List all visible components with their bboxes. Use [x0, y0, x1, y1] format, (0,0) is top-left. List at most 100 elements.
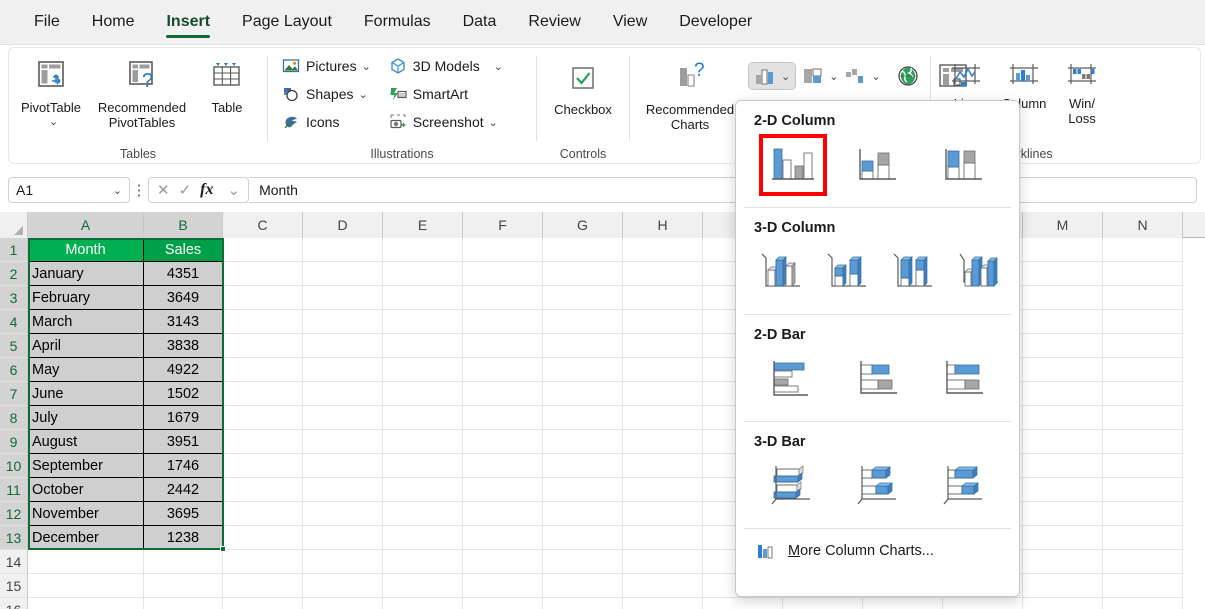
grid-cell[interactable] [623, 454, 703, 478]
smartart-button[interactable]: SmartArt [389, 80, 503, 108]
grid-cell[interactable] [303, 262, 383, 286]
grid-cell[interactable] [303, 358, 383, 382]
grid-cell[interactable] [1103, 502, 1183, 526]
cell-b13[interactable]: 1238 [144, 526, 223, 550]
chart-option-clustered-column[interactable] [759, 134, 827, 196]
row-header-3[interactable]: 3 [0, 286, 28, 310]
row-header-8[interactable]: 8 [0, 406, 28, 430]
grid-cell[interactable] [1103, 478, 1183, 502]
grid-cell[interactable] [623, 358, 703, 382]
grid-cell[interactable] [543, 550, 623, 574]
grid-cell[interactable] [943, 598, 1023, 609]
grid-cell[interactable] [1103, 598, 1183, 609]
cell-a8[interactable]: July [28, 406, 144, 430]
grid-cell[interactable] [623, 286, 703, 310]
grid-cell[interactable] [1023, 406, 1103, 430]
cell-b11[interactable]: 2442 [144, 478, 223, 502]
grid-cell[interactable] [223, 382, 303, 406]
column-chart-chevron-down-icon[interactable]: ⌄ [781, 70, 790, 83]
grid-cell[interactable] [543, 286, 623, 310]
grid-cell[interactable] [463, 454, 543, 478]
grid-cell[interactable] [623, 310, 703, 334]
grid-cell[interactable] [383, 454, 463, 478]
grid-cell[interactable] [383, 262, 463, 286]
cell-b14[interactable] [144, 550, 223, 574]
row-header-10[interactable]: 10 [0, 454, 28, 478]
grid-cell[interactable] [543, 334, 623, 358]
3d-models-button[interactable]: 3D Models ⌄ [389, 52, 503, 80]
grid-cell[interactable] [383, 334, 463, 358]
grid-cell[interactable] [383, 574, 463, 598]
grid-cell[interactable] [543, 598, 623, 609]
grid-cell[interactable] [1023, 310, 1103, 334]
grid-cell[interactable] [543, 406, 623, 430]
grid-cell[interactable] [463, 502, 543, 526]
column-header-f[interactable]: F [463, 212, 543, 238]
grid-cell[interactable] [1103, 526, 1183, 550]
more-column-charts-item[interactable]: More Column Charts... [736, 529, 1019, 561]
grid-cell[interactable] [1023, 454, 1103, 478]
grid-cell[interactable] [303, 526, 383, 550]
grid-cell[interactable] [623, 382, 703, 406]
column-header-b[interactable]: B [144, 212, 223, 238]
grid-cell[interactable] [223, 358, 303, 382]
cell-a3[interactable]: February [28, 286, 144, 310]
checkbox-button[interactable]: Checkbox [541, 58, 625, 117]
shapes-chevron-down-icon[interactable]: ⌄ [358, 88, 367, 101]
grid-cell[interactable] [303, 310, 383, 334]
grid-cell[interactable] [303, 334, 383, 358]
grid-cell[interactable] [223, 478, 303, 502]
grid-cell[interactable] [463, 262, 543, 286]
row-header-16[interactable]: 16 [0, 598, 28, 609]
cell-b8[interactable]: 1679 [144, 406, 223, 430]
grid-cell[interactable] [303, 406, 383, 430]
grid-cell[interactable] [1103, 406, 1183, 430]
grid-cell[interactable] [543, 454, 623, 478]
row-header-2[interactable]: 2 [0, 262, 28, 286]
cell-a12[interactable]: November [28, 502, 144, 526]
pivot-table-chevron-down-icon[interactable]: ⌄ [49, 115, 58, 128]
cell-b16[interactable] [144, 598, 223, 609]
table-button[interactable]: Table [197, 52, 257, 115]
grid-cell[interactable] [623, 598, 703, 609]
grid-cell[interactable] [463, 478, 543, 502]
grid-cell[interactable] [463, 526, 543, 550]
cell-b9[interactable]: 3951 [144, 430, 223, 454]
hierarchy-chart-button[interactable]: ⌄ [802, 66, 838, 86]
grid-cell[interactable] [223, 286, 303, 310]
grid-cell[interactable] [303, 454, 383, 478]
chart-option-3d-100-stacked-column[interactable] [888, 244, 940, 300]
grid-cell[interactable] [383, 478, 463, 502]
row-header-14[interactable]: 14 [0, 550, 28, 574]
grid-cell[interactable] [1023, 478, 1103, 502]
cell-b15[interactable] [144, 574, 223, 598]
grid-cell[interactable] [1103, 238, 1183, 262]
grid-cell[interactable] [303, 574, 383, 598]
insert-function-icon[interactable]: fx [200, 181, 213, 199]
grid-cell[interactable] [303, 430, 383, 454]
select-all-corner[interactable] [0, 212, 28, 238]
grid-cell[interactable] [623, 478, 703, 502]
cell-a15[interactable] [28, 574, 144, 598]
tab-file[interactable]: File [18, 0, 76, 44]
grid-cell[interactable] [383, 430, 463, 454]
grid-cell[interactable] [623, 262, 703, 286]
formula-bar-overflow-icon[interactable]: ⋮ [130, 181, 148, 199]
grid-cell[interactable] [463, 574, 543, 598]
chart-option-stacked-bar[interactable] [848, 351, 910, 407]
tab-home[interactable]: Home [76, 0, 151, 44]
grid-cell[interactable] [543, 526, 623, 550]
cell-b12[interactable]: 3695 [144, 502, 223, 526]
grid-cell[interactable] [863, 598, 943, 609]
grid-cell[interactable] [463, 430, 543, 454]
grid-cell[interactable] [383, 598, 463, 609]
waterfall-chart-button[interactable]: ⌄ [844, 66, 881, 86]
grid-cell[interactable] [1023, 382, 1103, 406]
grid-cell[interactable] [463, 310, 543, 334]
grid-cell[interactable] [1103, 382, 1183, 406]
grid-cell[interactable] [1023, 286, 1103, 310]
chart-option-3d-100-stacked-bar[interactable] [934, 458, 996, 514]
cell-a9[interactable]: August [28, 430, 144, 454]
grid-cell[interactable] [383, 382, 463, 406]
chart-option-3d-stacked-column[interactable] [822, 244, 874, 300]
